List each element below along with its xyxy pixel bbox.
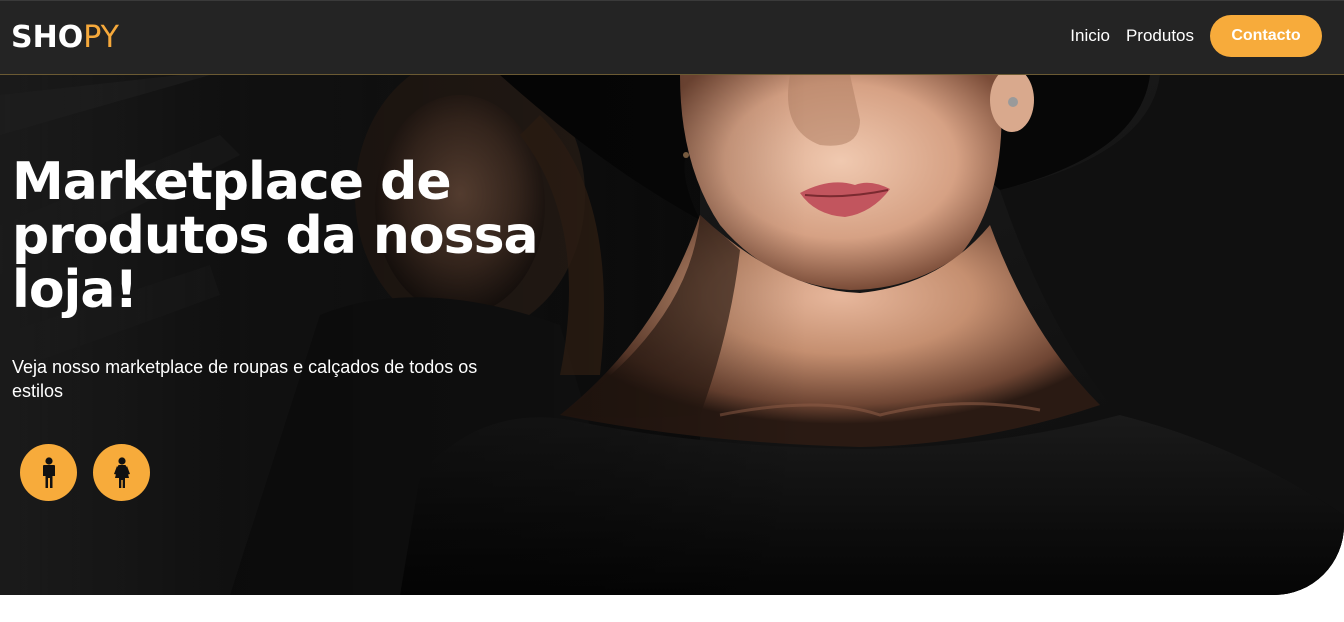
male-person-icon (42, 456, 55, 488)
contact-button[interactable]: Contacto (1210, 15, 1322, 57)
women-category-button[interactable] (93, 444, 150, 501)
hero-section: Marketplace de produtos da nossa loja! V… (0, 75, 1344, 595)
logo-text-primary: SHO (11, 20, 84, 55)
gender-buttons (20, 444, 166, 501)
female-person-icon (113, 456, 130, 488)
top-navbar: SHOPY Inicio Produtos Contacto (0, 0, 1344, 75)
main-nav: Inicio Produtos Contacto (1070, 15, 1322, 57)
hero-subtitle: Veja nosso marketplace de roupas e calça… (12, 357, 478, 401)
nav-link-inicio[interactable]: Inicio (1070, 26, 1110, 46)
page: SHOPY Inicio Produtos Contacto Marketpla… (0, 0, 1344, 622)
brand-logo[interactable]: SHOPY (11, 20, 119, 56)
men-category-button[interactable] (20, 444, 77, 501)
logo-text-accent: PY (83, 20, 119, 55)
nav-link-produtos[interactable]: Produtos (1126, 26, 1194, 46)
hero-title: Marketplace de produtos da nossa loja! (12, 152, 539, 320)
